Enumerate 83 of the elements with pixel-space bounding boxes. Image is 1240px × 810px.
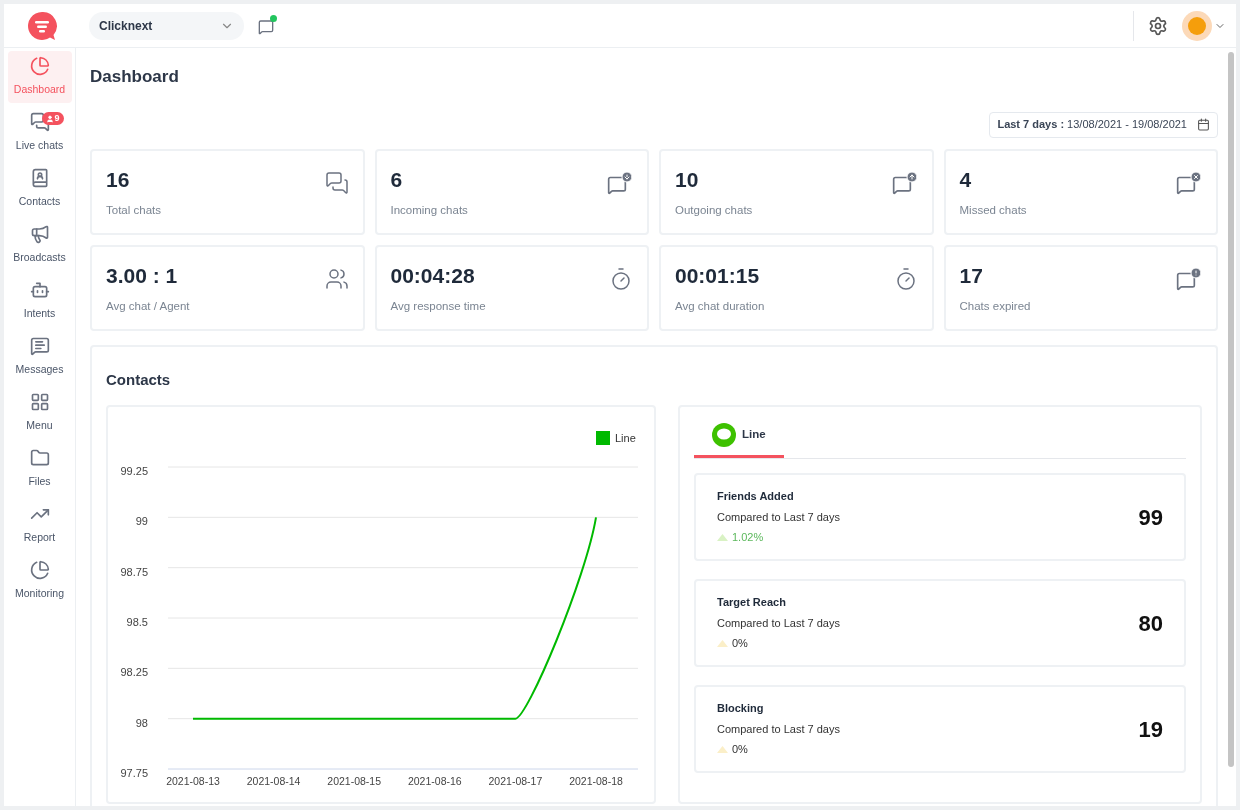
missed-chat-icon: [1176, 170, 1202, 195]
sidebar-item[interactable]: Live chats 9: [7, 107, 72, 159]
sidebar-item[interactable]: Messages: [7, 331, 72, 383]
legend-swatch: [596, 431, 610, 445]
triangle-up-icon: [717, 534, 728, 541]
axis-label: 99: [135, 515, 148, 528]
grid-icon: [29, 392, 50, 413]
triangle-up-icon: [717, 746, 728, 753]
page-title: Dashboard: [90, 66, 180, 88]
metric-title: Friends Added: [717, 489, 795, 505]
change-value: 1.02%: [732, 530, 764, 546]
workspace-select[interactable]: Clicknext: [89, 11, 244, 40]
stat-label: Incoming chats: [390, 202, 468, 218]
stat-label: Avg chat duration: [675, 298, 765, 314]
axis-label: 97.75: [120, 767, 148, 779]
text-message-icon: [29, 336, 50, 357]
change-value: 0%: [732, 742, 748, 758]
sidebar-item[interactable]: Contacts: [7, 163, 72, 215]
axis-label: 2021-08-18: [569, 775, 623, 787]
change-value: 0%: [732, 636, 748, 652]
sidebar-item[interactable]: Broadcasts: [7, 219, 72, 271]
stat-value: 6: [390, 168, 404, 190]
axis-label: 98.75: [120, 565, 148, 578]
stat-label: Missed chats: [959, 202, 1027, 218]
date-range-picker[interactable]: Last 7 days : 13/08/2021 - 19/08/2021: [989, 111, 1218, 138]
pie-chart-icon: [29, 56, 50, 77]
metric-subtitle: Compared to Last 7 days: [717, 615, 840, 631]
settings-icon[interactable]: [1148, 15, 1168, 36]
sidebar-item[interactable]: Intents: [7, 275, 72, 327]
chat-bubbles-icon: [324, 170, 349, 195]
metric-subtitle: Compared to Last 7 days: [717, 721, 840, 737]
channel-tab[interactable]: Line: [694, 423, 784, 458]
stat-value: 10: [675, 168, 700, 190]
section-title: Contacts: [106, 369, 172, 390]
chat-logo-icon: [712, 423, 736, 447]
axis-label: 98.5: [126, 616, 148, 628]
stat-label: Avg response time: [390, 298, 486, 314]
folder-icon: [29, 448, 50, 469]
sidebar-item[interactable]: Report: [7, 499, 72, 551]
axis-label: 2021-08-16: [407, 775, 462, 787]
stat-label: Chats expired: [959, 298, 1031, 314]
chat-status-icon[interactable]: [258, 16, 276, 35]
stat-label: Outgoing chats: [675, 202, 753, 218]
chat-bubbles-icon: [29, 112, 50, 133]
metric-subtitle: Compared to Last 7 days: [717, 509, 840, 525]
axis-label: 2021-08-15: [327, 775, 382, 787]
bot-icon: [29, 280, 50, 301]
agent-icon: [324, 266, 349, 291]
metric-title: Target Reach: [717, 595, 787, 611]
stat-value: 17: [959, 264, 984, 286]
metric-value: 19: [1138, 715, 1163, 744]
triangle-up-icon: [717, 640, 728, 647]
incoming-chat-icon: [607, 170, 633, 195]
axis-label: 98.25: [120, 666, 148, 679]
stat-value: 16: [106, 168, 131, 190]
metric-value: 80: [1138, 609, 1163, 638]
axis-label: 98: [135, 716, 148, 729]
expired-chat-icon: [1176, 266, 1202, 291]
legend-label[interactable]: Line: [615, 432, 636, 444]
count-badge: 9: [41, 112, 64, 125]
axis-label: 2021-08-17: [488, 775, 543, 787]
axis-label: 2021-08-14: [246, 775, 301, 787]
stat-value: 00:01:15: [675, 264, 761, 286]
stat-value: 3.00 : 1: [106, 264, 179, 286]
pie-chart-icon: [29, 560, 50, 581]
megaphone-icon: [29, 224, 50, 245]
metric-value: 99: [1138, 503, 1163, 532]
sidebar-item[interactable]: Monitoring: [7, 555, 72, 607]
stat-value: 00:04:28: [390, 264, 476, 286]
outgoing-chat-icon: [891, 170, 918, 195]
stopwatch-icon: [609, 266, 633, 291]
metric-title: Blocking: [717, 701, 765, 717]
scrollbar[interactable]: [1228, 52, 1234, 767]
calendar-icon: [1197, 118, 1210, 131]
sidebar-item[interactable]: Files: [7, 443, 72, 495]
stat-value: 4: [959, 168, 973, 190]
sidebar-item[interactable]: Menu: [7, 387, 72, 439]
axis-label: 2021-08-13: [166, 775, 220, 787]
axis-label: 99.25: [120, 465, 148, 477]
stat-label: Total chats: [106, 202, 161, 218]
avatar[interactable]: [1182, 10, 1212, 41]
app-logo: [27, 10, 57, 41]
stat-label: Avg chat / Agent: [106, 298, 190, 314]
